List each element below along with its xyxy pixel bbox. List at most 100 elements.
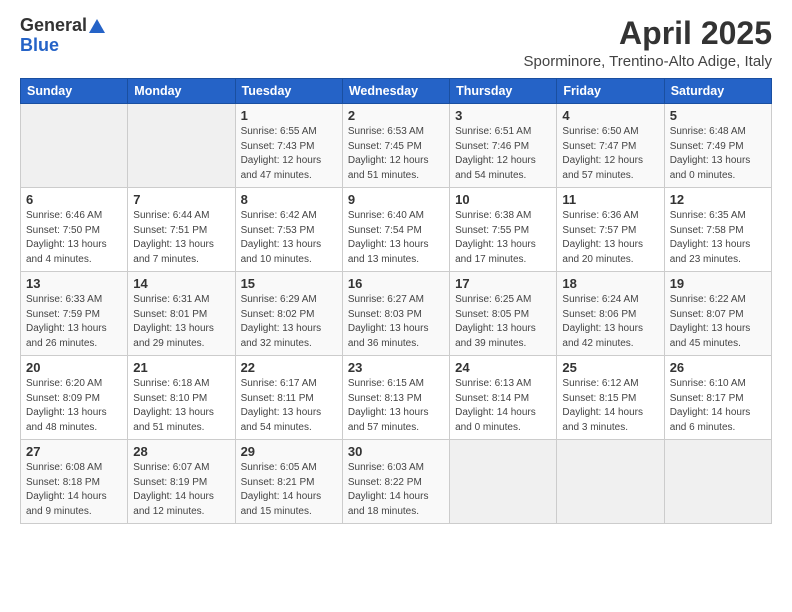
- day-number: 19: [670, 276, 766, 291]
- calendar-cell: 10Sunrise: 6:38 AM Sunset: 7:55 PM Dayli…: [450, 188, 557, 272]
- logo-general-text: General: [20, 16, 87, 36]
- day-number: 6: [26, 192, 122, 207]
- day-number: 12: [670, 192, 766, 207]
- day-info: Sunrise: 6:51 AM Sunset: 7:46 PM Dayligh…: [455, 125, 551, 183]
- calendar-cell: 25 Sunrise: 6:12 AM Sunset: 8:15 PM Dayli…: [557, 356, 664, 440]
- calendar-cell: 1 Sunrise: 6:55 AM Sunset: 7:43 PM Daylig…: [235, 104, 342, 188]
- day-info: Sunrise: 6:38 AM Sunset: 7:55 PM Dayligh…: [455, 209, 551, 267]
- day-number: 29: [241, 444, 337, 459]
- calendar-cell: [557, 440, 664, 524]
- day-info: Sunrise: 6:36 AM Sunset: 7:57 PM Dayligh…: [562, 209, 658, 267]
- day-number: 28: [133, 444, 229, 459]
- logo: General Blue: [20, 16, 105, 56]
- day-info: Sunrise: 6:40 AM Sunset: 7:54 PM Dayligh…: [348, 209, 444, 267]
- day-number: 24: [455, 360, 551, 375]
- calendar-cell: 9 Sunrise: 6:40 AM Sunset: 7:54 PM Daylig…: [342, 188, 449, 272]
- day-number: 5: [670, 108, 766, 123]
- day-info: Sunrise: 6:05 AM Sunset: 8:21 PM Dayligh…: [241, 461, 337, 519]
- calendar-week-1: 6Sunrise: 6:46 AM Sunset: 7:50 PM Daylig…: [21, 188, 772, 272]
- calendar-cell: 29 Sunrise: 6:05 AM Sunset: 8:21 PM Dayli…: [235, 440, 342, 524]
- day-number: 1: [241, 108, 337, 123]
- col-thursday: Thursday: [450, 79, 557, 104]
- day-info: Sunrise: 6:24 AM Sunset: 8:06 PM Dayligh…: [562, 293, 658, 351]
- calendar-subtitle: Sporminore, Trentino-Alto Adige, Italy: [524, 53, 772, 70]
- calendar-week-2: 13 Sunrise: 6:33 AM Sunset: 7:59 PM Dayli…: [21, 272, 772, 356]
- page: General Blue April 2025 Sporminore, Tren…: [0, 0, 792, 612]
- day-number: 20: [26, 360, 122, 375]
- calendar-cell: 12 Sunrise: 6:35 AM Sunset: 7:58 PM Dayli…: [664, 188, 771, 272]
- calendar-cell: 11 Sunrise: 6:36 AM Sunset: 7:57 PM Dayli…: [557, 188, 664, 272]
- day-number: 3: [455, 108, 551, 123]
- title-block: April 2025 Sporminore, Trentino-Alto Adi…: [524, 16, 772, 70]
- day-info: Sunrise: 6:08 AM Sunset: 8:18 PM Dayligh…: [26, 461, 122, 519]
- calendar-cell: [664, 440, 771, 524]
- col-tuesday: Tuesday: [235, 79, 342, 104]
- day-number: 8: [241, 192, 337, 207]
- day-number: 25: [562, 360, 658, 375]
- header: General Blue April 2025 Sporminore, Tren…: [20, 16, 772, 70]
- calendar-cell: 22Sunrise: 6:17 AM Sunset: 8:11 PM Dayli…: [235, 356, 342, 440]
- day-info: Sunrise: 6:42 AM Sunset: 7:53 PM Dayligh…: [241, 209, 337, 267]
- calendar-cell: 23 Sunrise: 6:15 AM Sunset: 8:13 PM Dayli…: [342, 356, 449, 440]
- day-info: Sunrise: 6:27 AM Sunset: 8:03 PM Dayligh…: [348, 293, 444, 351]
- day-number: 23: [348, 360, 444, 375]
- day-number: 18: [562, 276, 658, 291]
- calendar-cell: 3 Sunrise: 6:51 AM Sunset: 7:46 PM Daylig…: [450, 104, 557, 188]
- day-info: Sunrise: 6:44 AM Sunset: 7:51 PM Dayligh…: [133, 209, 229, 267]
- calendar-cell: 8 Sunrise: 6:42 AM Sunset: 7:53 PM Daylig…: [235, 188, 342, 272]
- day-number: 11: [562, 192, 658, 207]
- day-number: 13: [26, 276, 122, 291]
- day-number: 21: [133, 360, 229, 375]
- calendar-cell: 17Sunrise: 6:25 AM Sunset: 8:05 PM Dayli…: [450, 272, 557, 356]
- col-friday: Friday: [557, 79, 664, 104]
- day-info: Sunrise: 6:03 AM Sunset: 8:22 PM Dayligh…: [348, 461, 444, 519]
- calendar-cell: 30Sunrise: 6:03 AM Sunset: 8:22 PM Dayli…: [342, 440, 449, 524]
- day-number: 4: [562, 108, 658, 123]
- calendar-cell: 27 Sunrise: 6:08 AM Sunset: 8:18 PM Dayli…: [21, 440, 128, 524]
- calendar-week-3: 20 Sunrise: 6:20 AM Sunset: 8:09 PM Dayli…: [21, 356, 772, 440]
- calendar-cell: 15 Sunrise: 6:29 AM Sunset: 8:02 PM Dayli…: [235, 272, 342, 356]
- calendar-cell: 28Sunrise: 6:07 AM Sunset: 8:19 PM Dayli…: [128, 440, 235, 524]
- day-info: Sunrise: 6:22 AM Sunset: 8:07 PM Dayligh…: [670, 293, 766, 351]
- day-number: 14: [133, 276, 229, 291]
- day-info: Sunrise: 6:25 AM Sunset: 8:05 PM Dayligh…: [455, 293, 551, 351]
- day-number: 9: [348, 192, 444, 207]
- header-row: Sunday Monday Tuesday Wednesday Thursday…: [21, 79, 772, 104]
- col-monday: Monday: [128, 79, 235, 104]
- calendar-cell: 14 Sunrise: 6:31 AM Sunset: 8:01 PM Dayli…: [128, 272, 235, 356]
- calendar-cell: [450, 440, 557, 524]
- day-number: 2: [348, 108, 444, 123]
- day-info: Sunrise: 6:35 AM Sunset: 7:58 PM Dayligh…: [670, 209, 766, 267]
- day-info: Sunrise: 6:48 AM Sunset: 7:49 PM Dayligh…: [670, 125, 766, 183]
- logo-triangle-icon: [89, 19, 105, 33]
- logo-blue-text: Blue: [20, 36, 59, 56]
- calendar-week-0: 1 Sunrise: 6:55 AM Sunset: 7:43 PM Daylig…: [21, 104, 772, 188]
- day-info: Sunrise: 6:33 AM Sunset: 7:59 PM Dayligh…: [26, 293, 122, 351]
- col-sunday: Sunday: [21, 79, 128, 104]
- calendar-week-4: 27 Sunrise: 6:08 AM Sunset: 8:18 PM Dayli…: [21, 440, 772, 524]
- calendar-cell: [128, 104, 235, 188]
- day-info: Sunrise: 6:55 AM Sunset: 7:43 PM Dayligh…: [241, 125, 337, 183]
- day-number: 7: [133, 192, 229, 207]
- calendar-header: Sunday Monday Tuesday Wednesday Thursday…: [21, 79, 772, 104]
- calendar-cell: 19 Sunrise: 6:22 AM Sunset: 8:07 PM Dayli…: [664, 272, 771, 356]
- day-info: Sunrise: 6:12 AM Sunset: 8:15 PM Dayligh…: [562, 377, 658, 435]
- calendar-table: Sunday Monday Tuesday Wednesday Thursday…: [20, 78, 772, 524]
- calendar-cell: 2 Sunrise: 6:53 AM Sunset: 7:45 PM Daylig…: [342, 104, 449, 188]
- day-info: Sunrise: 6:31 AM Sunset: 8:01 PM Dayligh…: [133, 293, 229, 351]
- day-number: 15: [241, 276, 337, 291]
- day-number: 27: [26, 444, 122, 459]
- col-wednesday: Wednesday: [342, 79, 449, 104]
- day-number: 26: [670, 360, 766, 375]
- calendar-cell: 18 Sunrise: 6:24 AM Sunset: 8:06 PM Dayli…: [557, 272, 664, 356]
- day-info: Sunrise: 6:20 AM Sunset: 8:09 PM Dayligh…: [26, 377, 122, 435]
- calendar-cell: 21Sunrise: 6:18 AM Sunset: 8:10 PM Dayli…: [128, 356, 235, 440]
- day-info: Sunrise: 6:29 AM Sunset: 8:02 PM Dayligh…: [241, 293, 337, 351]
- calendar-cell: [21, 104, 128, 188]
- day-info: Sunrise: 6:53 AM Sunset: 7:45 PM Dayligh…: [348, 125, 444, 183]
- calendar-title: April 2025: [524, 16, 772, 51]
- day-number: 16: [348, 276, 444, 291]
- day-info: Sunrise: 6:15 AM Sunset: 8:13 PM Dayligh…: [348, 377, 444, 435]
- col-saturday: Saturday: [664, 79, 771, 104]
- calendar-cell: 7 Sunrise: 6:44 AM Sunset: 7:51 PM Daylig…: [128, 188, 235, 272]
